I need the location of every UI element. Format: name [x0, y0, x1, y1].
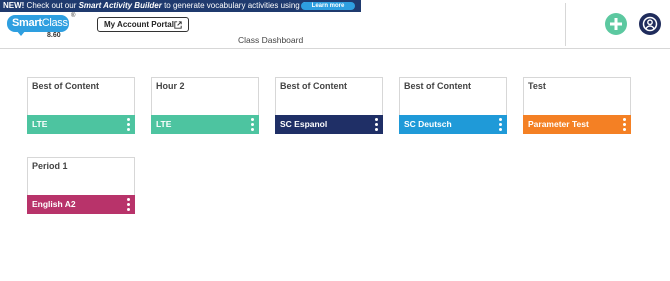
announcement-banner: NEW! Check out our Smart Activity Builde… [0, 0, 361, 12]
class-label: English A2 [32, 199, 76, 209]
class-label: SC Espanol [280, 119, 328, 129]
class-bar[interactable]: SC Deutsch [399, 115, 507, 134]
add-class-button[interactable] [605, 13, 627, 35]
kebab-menu-icon[interactable] [126, 198, 130, 211]
account-portal-button[interactable]: My Account Portal [97, 17, 189, 32]
banner-text: Check out our [24, 1, 79, 10]
kebab-menu-icon[interactable] [126, 118, 130, 131]
account-portal-label: My Account Portal [104, 20, 174, 29]
kebab-menu-icon[interactable] [250, 118, 254, 131]
class-label: SC Deutsch [404, 119, 452, 129]
kebab-menu-icon[interactable] [498, 118, 502, 131]
class-title: Best of Content [404, 81, 471, 91]
banner-new-tag: NEW! [3, 1, 25, 10]
class-bar[interactable]: LTE [151, 115, 259, 134]
class-title: Best of Content [32, 81, 99, 91]
class-label: Parameter Test [528, 119, 589, 129]
logo-class-text: Class [41, 17, 68, 29]
class-label: LTE [156, 119, 172, 129]
class-title: Hour 2 [156, 81, 185, 91]
class-bar[interactable]: English A2 [27, 195, 135, 214]
class-bar[interactable]: Parameter Test [523, 115, 631, 134]
banner-emphasis: Smart Activity Builder [78, 1, 162, 10]
class-title: Period 1 [32, 161, 68, 171]
class-card[interactable]: Hour 2 LTE [151, 77, 259, 134]
banner-text-end: to generate vocabulary activities using … [161, 1, 312, 10]
app-header: NEW! Check out our Smart Activity Builde… [0, 0, 670, 49]
page-title: Class Dashboard [238, 35, 304, 45]
class-card[interactable]: Best of Content SC Espanol [275, 77, 383, 134]
class-title: Test [528, 81, 546, 91]
smartclass-logo[interactable]: SmartClass ® 8.60 [7, 13, 76, 40]
logo-smart-text: Smart [12, 17, 42, 29]
class-title: Best of Content [280, 81, 347, 91]
logo-speech-tail [16, 30, 26, 36]
header-divider [565, 3, 566, 46]
class-label: LTE [32, 119, 48, 129]
user-circle-icon [642, 16, 658, 32]
kebab-menu-icon[interactable] [622, 118, 626, 131]
class-card[interactable]: Test Parameter Test [523, 77, 631, 134]
app-version: 8.60 [47, 32, 61, 39]
class-card[interactable]: Best of Content SC Deutsch [399, 77, 507, 134]
account-button[interactable] [639, 13, 661, 35]
learn-more-button[interactable]: Learn more [301, 2, 355, 10]
kebab-menu-icon[interactable] [374, 118, 378, 131]
class-bar[interactable]: SC Espanol [275, 115, 383, 134]
external-link-icon [174, 21, 182, 29]
class-card[interactable]: Best of Content LTE [27, 77, 135, 134]
class-card[interactable]: Period 1 English A2 [27, 157, 135, 214]
logo-registered-mark: ® [71, 13, 76, 19]
class-bar[interactable]: LTE [27, 115, 135, 134]
